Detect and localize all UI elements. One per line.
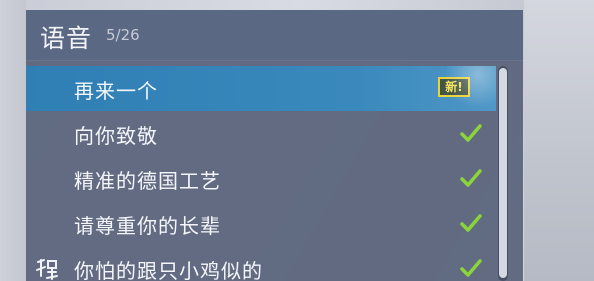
list-item[interactable]: 精准的德国工艺: [26, 156, 496, 201]
list-item[interactable]: 你怕的跟只小鸡似的: [26, 246, 496, 281]
panel-title: 语音: [40, 24, 93, 53]
background-right: [524, 0, 594, 281]
voice-lines-panel: 语音 5/26 再来一个 新! 向你致敬 精准的德国工艺 请尊重你的长辈 你怕的…: [26, 10, 523, 281]
voice-line-list: 再来一个 新! 向你致敬 精准的德国工艺 请尊重你的长辈 你怕的跟只小鸡似的: [26, 66, 496, 281]
character-glyph-icon: [36, 259, 58, 280]
unlock-count: 5/26: [106, 26, 140, 44]
voice-line-label: 请尊重你的长辈: [74, 214, 221, 238]
panel-header: 语音 5/26: [26, 10, 523, 61]
list-item[interactable]: 请尊重你的长辈: [26, 201, 496, 246]
list-item-selected[interactable]: 再来一个 新!: [26, 66, 496, 111]
list-item[interactable]: 向你致敬: [26, 111, 496, 156]
scrollbar-thumb[interactable]: [499, 68, 507, 278]
new-badge: 新!: [438, 77, 470, 97]
voice-line-label: 再来一个: [74, 79, 158, 103]
voice-line-label: 你怕的跟只小鸡似的: [74, 259, 263, 281]
voice-line-label: 精准的德国工艺: [74, 169, 221, 193]
background-left: [0, 0, 26, 281]
checkmark-icon: [460, 124, 482, 142]
voice-line-label: 向你致敬: [74, 124, 158, 148]
scrollbar[interactable]: [498, 66, 508, 281]
checkmark-icon: [460, 259, 482, 277]
checkmark-icon: [460, 169, 482, 187]
checkmark-icon: [460, 214, 482, 232]
